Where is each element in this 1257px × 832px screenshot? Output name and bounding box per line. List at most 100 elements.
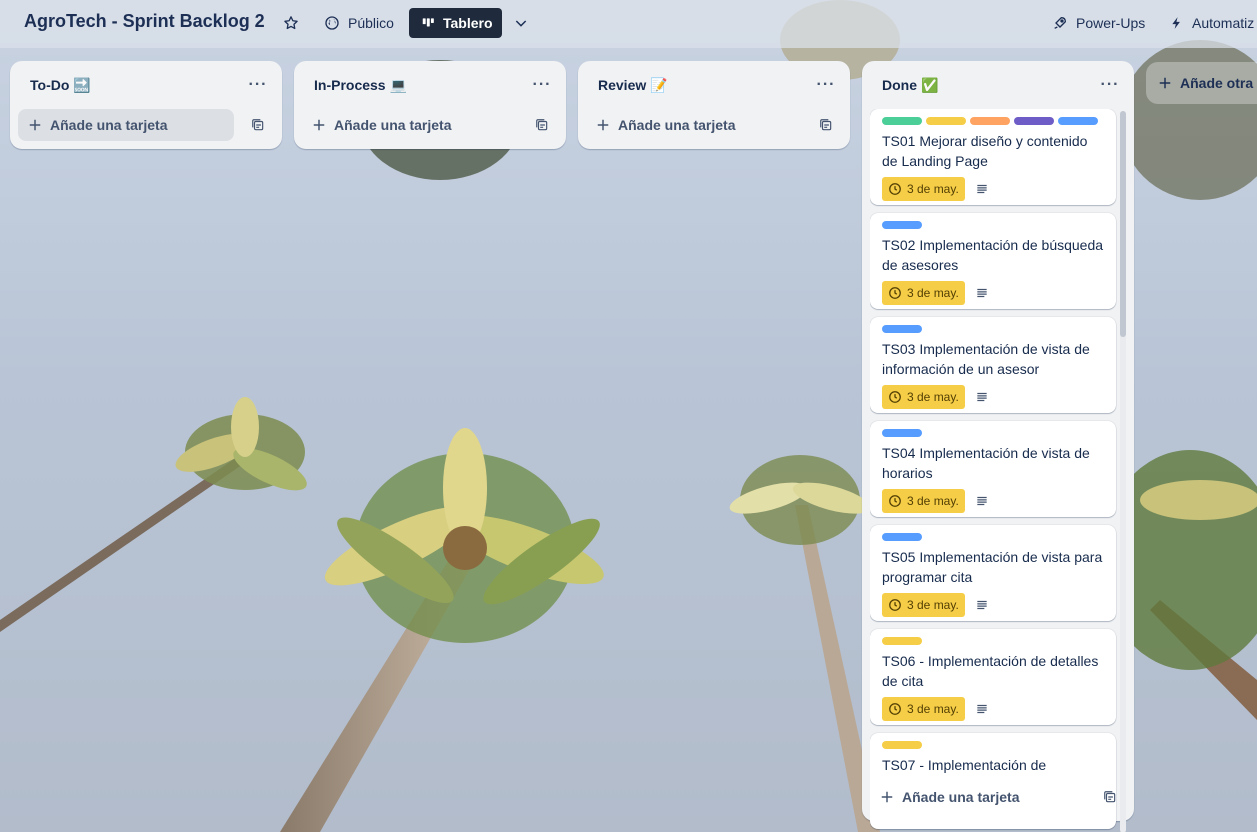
card-title: TS05 Implementación de vista para progra… [882,549,1103,585]
template-icon [820,119,832,131]
due-date-text: 3 de may. [907,390,959,404]
card-label[interactable] [882,741,922,749]
view-switcher-button[interactable] [507,8,535,38]
add-card-button[interactable]: Añade una tarjeta [870,781,1094,813]
due-date-badge[interactable]: 3 de may. [882,593,965,617]
automation-button[interactable]: Automatiz [1160,8,1257,38]
list-title[interactable]: In-Process 💻 [314,77,407,94]
clock-icon [889,287,901,299]
card[interactable]: TS06 - Implementación de detalles de cit… [870,629,1116,725]
chevron-down-icon [515,20,527,27]
card[interactable]: TS04 Implementación de vista de horarios… [870,421,1116,517]
list-title-text: Done [882,77,917,93]
card-label[interactable] [882,429,922,437]
powerups-button[interactable]: Power-Ups [1042,8,1155,38]
card-template-button[interactable] [242,109,274,141]
card-labels[interactable] [882,117,1104,125]
card-template-button[interactable] [810,109,842,141]
due-date-badge[interactable]: 3 de may. [882,489,965,513]
list-review: Review 📝 ··· Añade una tarjeta [578,61,850,149]
due-date-badge[interactable]: 3 de may. [882,177,965,201]
template-icon [252,119,264,131]
list-scrollbar[interactable] [1120,111,1126,832]
add-card-button[interactable]: Añade una tarjeta [302,109,526,141]
due-date-badge[interactable]: 3 de may. [882,697,965,721]
card-template-button[interactable] [526,109,558,141]
card-label[interactable] [882,637,922,645]
list-menu-button[interactable]: ··· [246,76,270,94]
plus-icon [29,119,41,131]
add-list-button[interactable]: Añade otra lista [1146,62,1257,104]
card-badges: 3 de may. [882,593,1104,617]
due-date-text: 3 de may. [907,494,959,508]
card-badges: 3 de may. [882,489,1104,513]
card-label[interactable] [882,221,922,229]
list-menu-button[interactable]: ··· [530,76,554,94]
clock-icon [889,183,901,195]
card-title: TS03 Implementación de vista de informac… [882,341,1090,377]
card[interactable]: TS01 Mejorar diseño y contenido de Landi… [870,109,1116,205]
add-card-row: Añade una tarjeta [870,781,1126,813]
card[interactable]: TS02 Implementación de búsqueda de aseso… [870,213,1116,309]
card-label[interactable] [1058,117,1098,125]
list-title-text: Review [598,77,647,93]
list-title[interactable]: Review 📝 [598,77,668,94]
list-in-process: In-Process 💻 ··· Añade una tarjeta [294,61,566,149]
list-title-text: To-Do [30,77,70,93]
card-label[interactable] [882,533,922,541]
card-label[interactable] [970,117,1010,125]
clock-icon [889,391,901,403]
list-title-emoji: 💻 [389,76,408,93]
due-date-badge[interactable]: 3 de may. [882,281,965,305]
list-menu-button[interactable]: ··· [814,76,838,94]
card[interactable]: TS05 Implementación de vista para progra… [870,525,1116,621]
add-card-row: Añade una tarjeta [18,109,274,141]
card-label[interactable] [926,117,966,125]
list-title[interactable]: To-Do 🔜 [30,77,91,94]
card-labels[interactable] [882,325,1104,333]
list-menu-button[interactable]: ··· [1098,76,1122,94]
list-title[interactable]: Done ✅ [882,77,938,94]
add-card-button[interactable]: Añade una tarjeta [18,109,234,141]
visibility-button[interactable]: Público [314,8,404,38]
list-header: In-Process 💻 ··· [294,61,566,109]
scrollbar-thumb[interactable] [1120,111,1126,337]
board-title[interactable]: AgroTech - Sprint Backlog 2 [24,11,265,32]
description-icon [975,390,989,404]
card-labels[interactable] [882,429,1104,437]
board-view-button[interactable]: Tablero [409,8,502,38]
card[interactable]: TS03 Implementación de vista de informac… [870,317,1116,413]
card-list: TS01 Mejorar diseño y contenido de Landi… [870,109,1118,832]
plus-icon [1159,77,1171,89]
description-icon [975,702,989,716]
visibility-label: Público [348,15,394,31]
list-title-emoji: 📝 [650,76,668,93]
card-label[interactable] [882,325,922,333]
list-header: To-Do 🔜 ··· [10,61,282,109]
add-card-button[interactable]: Añade una tarjeta [586,109,810,141]
list-title-emoji: ✅ [921,76,939,93]
card-title: TS01 Mejorar diseño y contenido de Landi… [882,133,1088,169]
more-icon: ··· [532,76,552,93]
clock-icon [889,703,901,715]
description-icon [975,598,989,612]
template-icon [1104,791,1116,803]
board-header: AgroTech - Sprint Backlog 2 Público Tabl… [0,0,1257,48]
board-view-label: Tablero [443,15,493,31]
description-icon [975,494,989,508]
lightning-icon [1172,17,1180,29]
star-button[interactable] [278,8,304,38]
due-date-badge[interactable]: 3 de may. [882,385,965,409]
more-icon: ··· [248,76,268,93]
card-labels[interactable] [882,221,1104,229]
card-template-button[interactable] [1094,781,1126,813]
clock-icon [889,495,901,507]
card-labels[interactable] [882,533,1104,541]
card-label[interactable] [1014,117,1054,125]
card-title: TS06 - Implementación de detalles de cit… [882,653,1099,689]
automation-label: Automatiz [1192,15,1255,31]
card-label[interactable] [882,117,922,125]
card-title: TS02 Implementación de búsqueda de aseso… [882,237,1104,273]
card-labels[interactable] [882,637,1104,645]
card-labels[interactable] [882,741,1104,749]
